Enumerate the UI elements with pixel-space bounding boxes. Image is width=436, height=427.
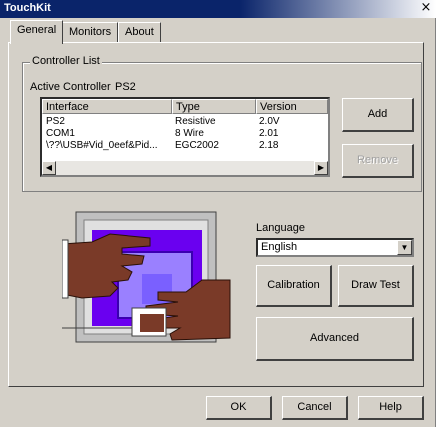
cancel-button[interactable]: Cancel [282, 396, 348, 420]
cell-interface: COM1 [46, 128, 75, 139]
title-bar: TouchKit × [0, 0, 436, 18]
horizontal-scrollbar[interactable]: ◀ ▶ [42, 161, 328, 175]
controller-list[interactable]: Interface Type Version PS2 Resistive 2.0… [40, 97, 330, 177]
cell-version: 2.0V [259, 116, 280, 127]
active-controller-label: Active Controller [30, 81, 111, 93]
column-header-type[interactable]: Type [172, 99, 256, 114]
cell-version: 2.18 [259, 140, 279, 151]
advanced-button[interactable]: Advanced [256, 317, 414, 361]
touch-hands-illustration [62, 211, 231, 343]
scroll-right-icon[interactable]: ▶ [314, 161, 328, 175]
language-select[interactable]: English ▼ [256, 238, 414, 257]
column-header-interface[interactable]: Interface [42, 99, 172, 114]
add-button[interactable]: Add [342, 98, 414, 132]
ok-button[interactable]: OK [206, 396, 272, 420]
dropdown-arrow-icon[interactable]: ▼ [397, 240, 412, 255]
tab-monitors[interactable]: Monitors [62, 22, 119, 43]
cell-type: 8 Wire [175, 128, 204, 139]
cell-type: Resistive [175, 116, 216, 127]
help-button[interactable]: Help [358, 396, 424, 420]
language-label: Language [256, 222, 305, 234]
draw-test-button[interactable]: Draw Test [338, 265, 414, 307]
scroll-left-icon[interactable]: ◀ [42, 161, 56, 175]
cell-version: 2.01 [259, 128, 279, 139]
tab-about[interactable]: About [118, 22, 161, 43]
tab-general[interactable]: General [10, 20, 64, 44]
cell-interface: PS2 [46, 116, 65, 127]
calibration-button[interactable]: Calibration [256, 265, 332, 307]
touchkit-dialog: TouchKit × General Monitors About Contro… [0, 0, 436, 427]
remove-button[interactable]: Remove [342, 144, 414, 178]
close-icon[interactable]: × [418, 1, 434, 16]
active-controller-value: PS2 [115, 81, 136, 93]
cell-type: EGC2002 [175, 140, 219, 151]
language-selected-value: English [261, 241, 298, 253]
window-title: TouchKit [4, 2, 51, 14]
controller-list-label: Controller List [30, 55, 102, 67]
column-header-version[interactable]: Version [256, 99, 328, 114]
cell-interface: \??\USB#Vid_0eef&Pid... [46, 140, 158, 151]
